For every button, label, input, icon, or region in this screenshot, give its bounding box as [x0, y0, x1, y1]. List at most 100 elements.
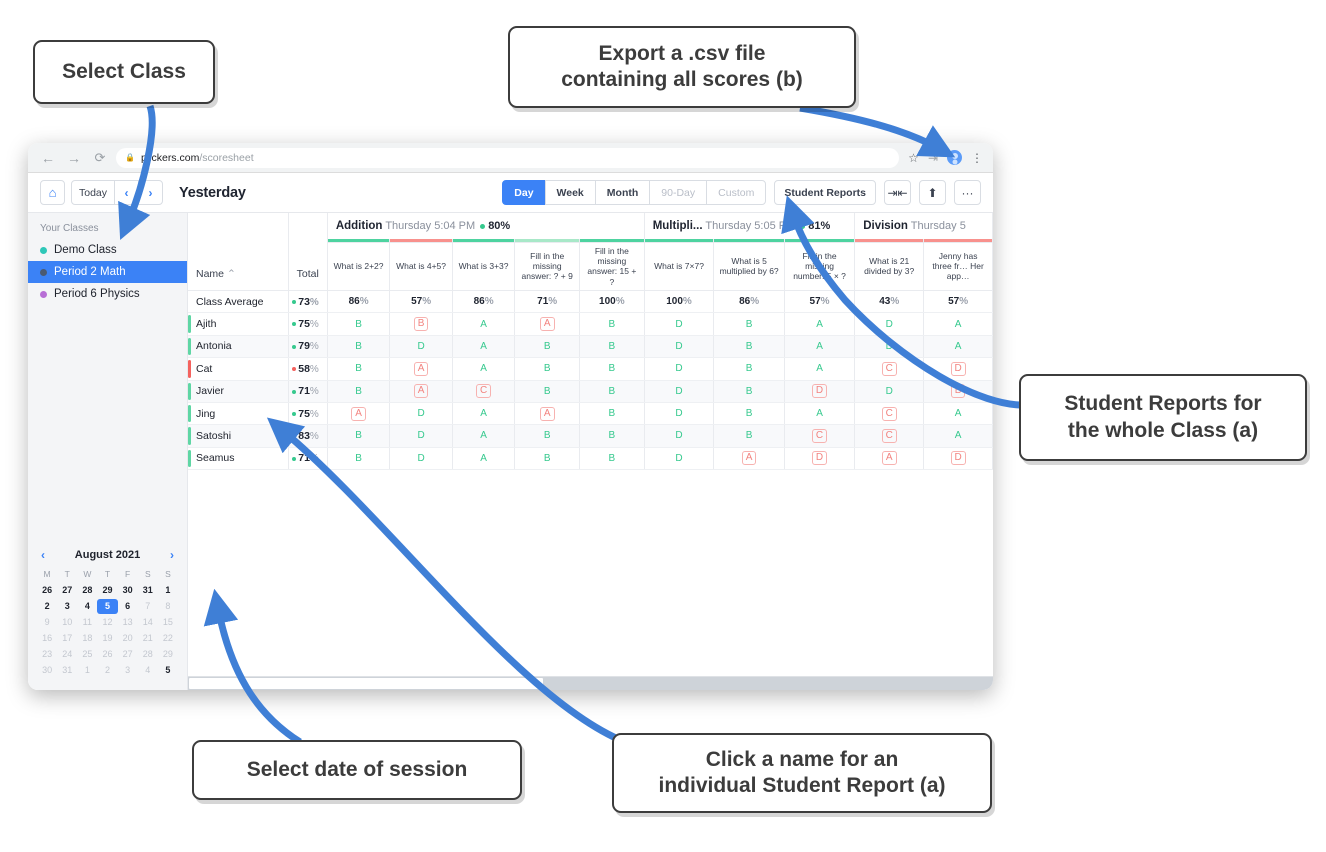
student-name[interactable]: Seamus — [188, 447, 289, 471]
column-header-name[interactable]: Name ⌃ — [188, 242, 289, 291]
answer-cell[interactable]: B — [514, 357, 580, 381]
table-row[interactable]: Javier 71% B A C B B D B D D B — [188, 380, 993, 403]
answer-cell[interactable]: B — [514, 424, 580, 448]
answer-cell[interactable]: A — [923, 335, 993, 359]
answer-cell[interactable]: D — [644, 312, 715, 336]
calendar-day[interactable]: 26 — [37, 583, 57, 598]
table-row[interactable]: Ajith 75% B B A A B D B A D A — [188, 312, 993, 336]
class-average-row[interactable]: Class Average 73% 86% 57% 86% 71% 100% 100% 86% 5… — [188, 290, 993, 314]
answer-cell[interactable]: C — [784, 424, 856, 448]
reload-icon[interactable]: ⟳ — [90, 148, 110, 168]
answer-cell[interactable]: D — [644, 447, 715, 471]
answer-cell[interactable]: D — [854, 380, 925, 403]
answer-cell[interactable]: C — [854, 402, 925, 426]
chevron-left-icon[interactable]: ‹ — [114, 180, 140, 205]
question-header[interactable]: Fill in the missing answer: ? + 9 — [514, 241, 580, 291]
calendar-day[interactable]: 30 — [118, 583, 138, 598]
back-arrow-icon[interactable]: ← — [38, 148, 58, 168]
calendar-day[interactable]: 20 — [118, 631, 138, 646]
answer-cell[interactable]: A — [923, 312, 993, 336]
question-header[interactable]: What is 5 multiplied by 6? — [713, 241, 785, 291]
question-header[interactable]: What is 7×7? — [644, 241, 715, 291]
calendar-day[interactable]: 3 — [57, 599, 77, 614]
collapse-columns-icon[interactable]: ⇥⇤ — [884, 180, 911, 205]
set-header[interactable]: Division Thursday 5 — [854, 213, 993, 239]
three-dot-menu-icon[interactable]: ⋮ — [971, 152, 983, 164]
calendar-day[interactable]: 12 — [97, 615, 117, 630]
calendar-day[interactable]: 29 — [158, 647, 178, 662]
scrollbar-thumb[interactable] — [189, 678, 544, 689]
answer-cell[interactable]: A — [784, 357, 856, 381]
calendar-day[interactable]: 11 — [77, 615, 97, 630]
table-row[interactable]: Satoshi 83% B D A B B D B C C A — [188, 424, 993, 448]
calendar-day[interactable]: 3 — [118, 663, 138, 678]
sidebar-item-period-2-math[interactable]: Period 2 Math — [28, 261, 187, 283]
answer-cell[interactable]: D — [854, 312, 925, 336]
answer-cell[interactable]: B — [579, 424, 645, 448]
answer-cell[interactable]: D — [389, 402, 453, 426]
answer-cell[interactable]: B — [579, 357, 645, 381]
answer-cell[interactable]: A — [389, 380, 453, 403]
calendar-day[interactable]: 8 — [158, 599, 178, 614]
answer-cell[interactable]: B — [514, 447, 580, 471]
answer-cell[interactable]: D — [644, 380, 715, 403]
calendar-day[interactable]: 21 — [138, 631, 158, 646]
sidebar-item-demo-class[interactable]: Demo Class — [28, 239, 187, 261]
home-button[interactable]: ⌂ — [40, 180, 65, 205]
calendar-day[interactable]: 23 — [37, 647, 57, 662]
calendar-day[interactable]: 31 — [57, 663, 77, 678]
answer-cell[interactable]: C — [452, 380, 516, 403]
answer-cell[interactable]: D — [644, 357, 715, 381]
answer-cell[interactable]: B — [327, 335, 391, 359]
calendar-day[interactable]: 15 — [158, 615, 178, 630]
answer-cell[interactable]: D — [389, 335, 453, 359]
answer-cell[interactable]: B — [514, 335, 580, 359]
today-button[interactable]: Today — [71, 180, 116, 205]
profile-avatar-icon[interactable] — [947, 150, 962, 165]
answer-cell[interactable]: A — [452, 447, 516, 471]
calendar-day[interactable]: 9 — [37, 615, 57, 630]
star-icon[interactable]: ☆ — [908, 152, 919, 164]
question-header[interactable]: What is 3+3? — [452, 241, 516, 291]
answer-cell[interactable]: B — [713, 335, 785, 359]
answer-cell[interactable]: A — [923, 402, 993, 426]
sort-ascending-icon[interactable]: ⌃ — [227, 268, 236, 280]
answer-cell[interactable]: B — [579, 380, 645, 403]
calendar-day[interactable]: 5 — [97, 599, 118, 614]
calendar-day[interactable]: 2 — [97, 663, 117, 678]
calendar-day[interactable]: 17 — [57, 631, 77, 646]
table-row[interactable]: Jing 75% A D A A B D B A C A — [188, 402, 993, 426]
range-90day[interactable]: 90-Day — [649, 180, 708, 205]
answer-cell[interactable]: B — [713, 402, 785, 426]
answer-cell[interactable]: D — [854, 335, 925, 359]
calendar-day[interactable]: 2 — [37, 599, 57, 614]
table-row[interactable]: Cat 58% B A A B B D B A C D — [188, 357, 993, 381]
answer-cell[interactable]: B — [327, 357, 391, 381]
calendar-day[interactable]: 4 — [138, 663, 158, 678]
student-name[interactable]: Cat — [188, 357, 289, 381]
set-header[interactable]: Multipli... Thursday 5:05 PM 81% — [644, 213, 856, 239]
calendar-day[interactable]: 27 — [57, 583, 77, 598]
student-name[interactable]: Javier — [188, 380, 289, 403]
answer-cell[interactable]: A — [854, 447, 925, 471]
horizontal-scrollbar[interactable] — [188, 676, 993, 690]
student-name[interactable]: Satoshi — [188, 424, 289, 448]
answer-cell[interactable]: B — [514, 380, 580, 403]
calendar-day[interactable]: 24 — [57, 647, 77, 662]
answer-cell[interactable]: B — [327, 312, 391, 336]
answer-cell[interactable]: B — [327, 447, 391, 471]
answer-cell[interactable]: B — [579, 335, 645, 359]
calendar-day[interactable]: 27 — [118, 647, 138, 662]
calendar-day[interactable]: 26 — [97, 647, 117, 662]
answer-cell[interactable]: A — [452, 402, 516, 426]
answer-cell[interactable]: A — [923, 424, 993, 448]
answer-cell[interactable]: D — [784, 447, 856, 471]
answer-cell[interactable]: D — [644, 335, 715, 359]
range-week[interactable]: Week — [544, 180, 596, 205]
answer-cell[interactable]: B — [713, 380, 785, 403]
answer-cell[interactable]: D — [389, 424, 453, 448]
extension-icon[interactable]: ⇥ — [928, 152, 938, 164]
answer-cell[interactable]: B — [579, 312, 645, 336]
answer-cell[interactable]: D — [923, 357, 993, 381]
answer-cell[interactable]: A — [514, 312, 580, 336]
